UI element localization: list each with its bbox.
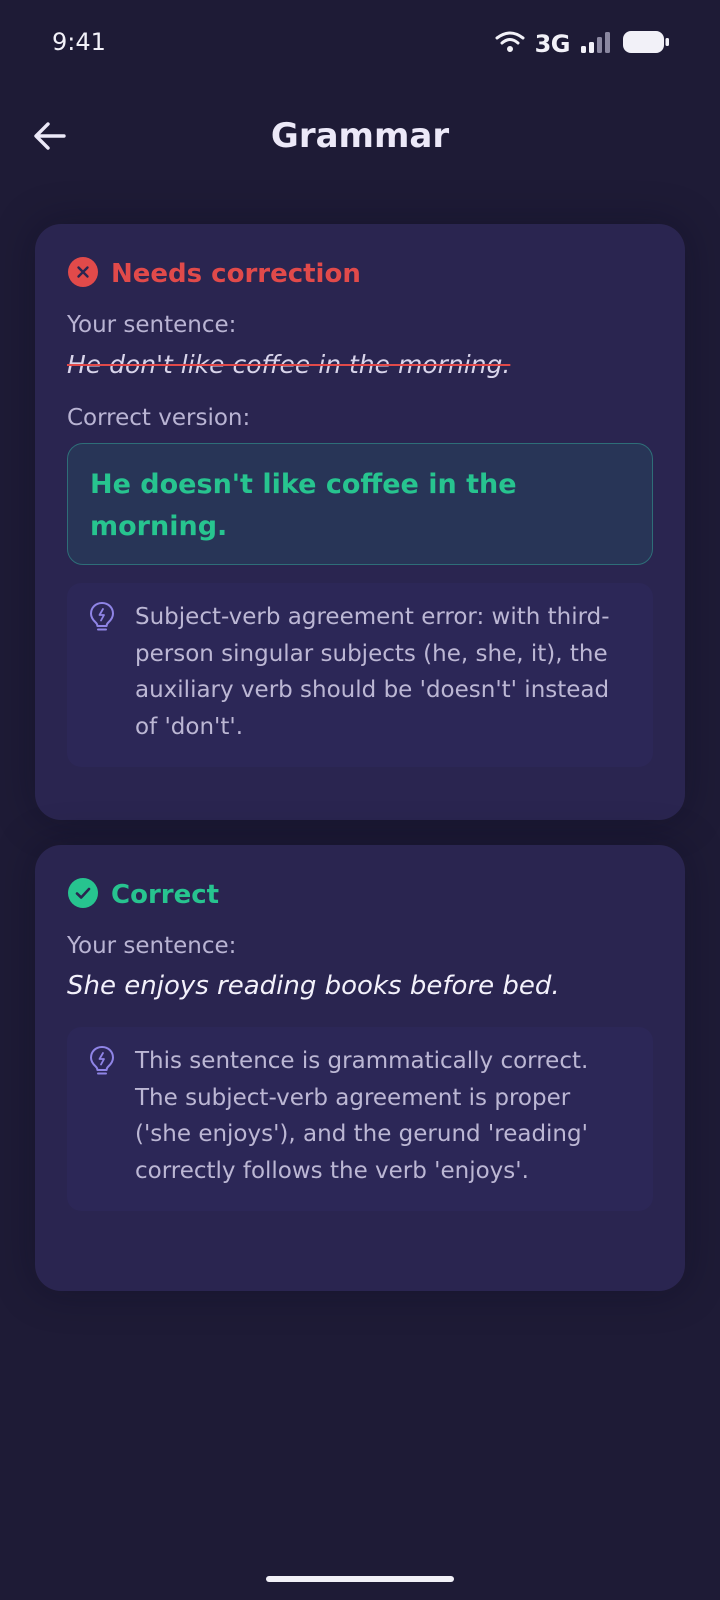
network-type: 3G <box>534 30 571 58</box>
app-header: Grammar <box>0 100 720 180</box>
status-label: Needs correction <box>111 259 361 289</box>
explanation-text: Subject-verb agreement error: with third… <box>135 604 610 740</box>
correct-version-box: He doesn't like coffee in the morning. <box>67 443 653 565</box>
lightbulb-icon <box>89 599 119 745</box>
correct-version-label: Correct version: <box>67 405 251 431</box>
status-label: Correct <box>111 880 220 910</box>
your-sentence-label: Your sentence: <box>67 933 237 959</box>
status-bar: 9:41 3G <box>0 0 720 90</box>
status-time: 9:41 <box>52 28 106 56</box>
user-sentence: She enjoys reading books before bed. <box>67 971 560 1001</box>
wifi-icon <box>495 30 525 58</box>
x-circle-icon <box>67 256 99 292</box>
result-card-correct: Correct Your sentence: She enjoys readin… <box>35 845 685 1291</box>
explanation-box: This sentence is grammatically correct. … <box>67 1027 653 1211</box>
check-circle-icon <box>67 877 99 913</box>
lightbulb-icon <box>89 1043 119 1189</box>
your-sentence-label: Your sentence: <box>67 312 237 338</box>
signal-icon <box>580 30 612 58</box>
battery-icon <box>622 30 670 58</box>
explanation-text: This sentence is grammatically correct. … <box>135 1048 589 1184</box>
explanation-box: Subject-verb agreement error: with third… <box>67 583 653 767</box>
home-indicator[interactable] <box>266 1576 454 1582</box>
user-sentence: He don't like coffee in the morning. <box>67 350 511 379</box>
result-card-incorrect: Needs correction Your sentence: He don't… <box>35 224 685 820</box>
status-icons: 3G <box>495 30 670 58</box>
page-title: Grammar <box>270 116 450 156</box>
status-row: Correct <box>67 877 653 913</box>
status-row: Needs correction <box>67 256 653 292</box>
